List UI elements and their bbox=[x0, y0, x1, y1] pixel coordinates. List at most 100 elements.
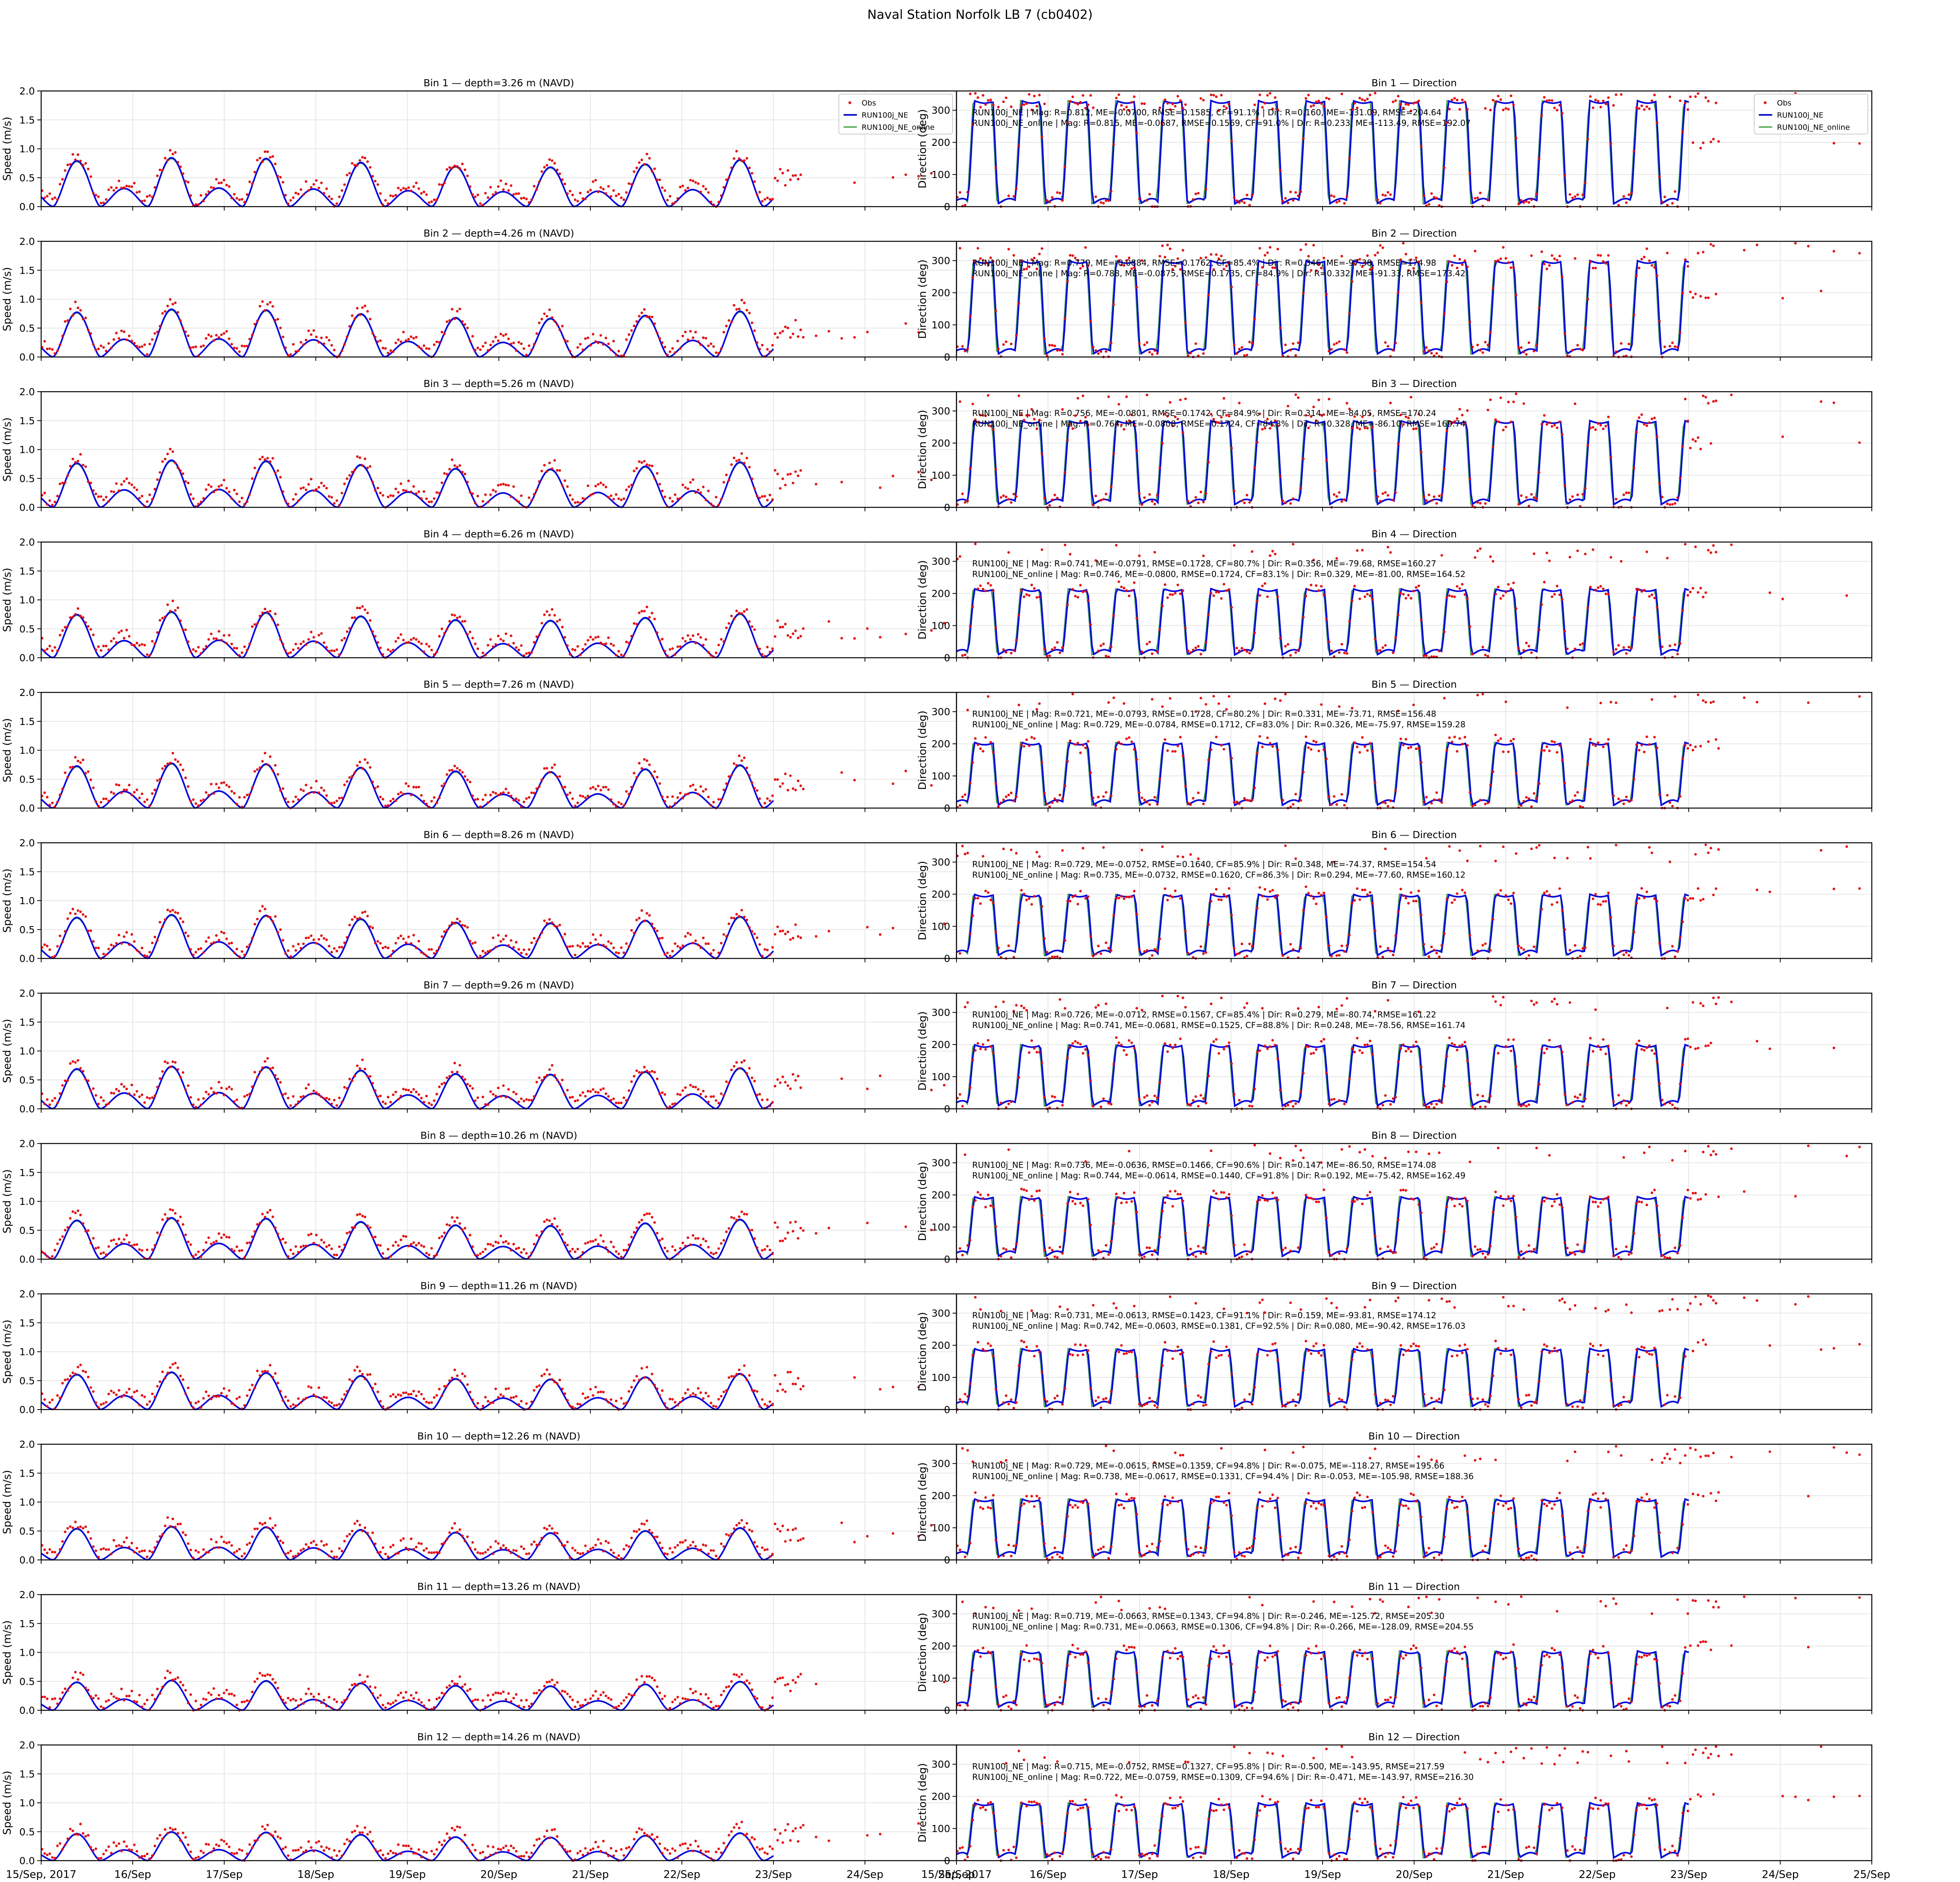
obs-point bbox=[489, 949, 492, 952]
obs-point bbox=[1504, 107, 1507, 110]
obs-point bbox=[236, 803, 238, 805]
obs-point bbox=[689, 1084, 692, 1086]
obs-point bbox=[358, 761, 361, 763]
obs-point bbox=[94, 946, 97, 949]
obs-point bbox=[1576, 193, 1579, 196]
obs-point bbox=[189, 948, 192, 951]
obs-point bbox=[100, 1252, 102, 1255]
obs-point bbox=[1269, 1045, 1272, 1048]
obs-point bbox=[146, 1096, 149, 1099]
obs-point bbox=[492, 936, 495, 939]
obs-point bbox=[1573, 195, 1577, 198]
obs-point bbox=[746, 919, 748, 921]
obs-point bbox=[1374, 469, 1377, 472]
obs-point bbox=[1202, 952, 1205, 955]
obs-point bbox=[1251, 1105, 1254, 1108]
obs-point bbox=[1294, 1102, 1297, 1105]
obs-point bbox=[789, 472, 792, 476]
obs-point bbox=[287, 1255, 290, 1258]
obs-point bbox=[1568, 1001, 1572, 1004]
obs-point bbox=[1318, 1006, 1320, 1008]
obs-point bbox=[379, 192, 382, 195]
obs-point bbox=[594, 485, 597, 487]
obs-point bbox=[743, 756, 746, 759]
obs-point bbox=[743, 302, 746, 304]
obs-point bbox=[161, 312, 164, 315]
obs-point bbox=[343, 941, 346, 944]
obs-point bbox=[748, 466, 751, 469]
obs-point bbox=[748, 167, 751, 169]
y-tick-label: 200 bbox=[931, 137, 950, 148]
obs-point bbox=[469, 185, 472, 188]
obs-point bbox=[1581, 493, 1584, 496]
obs-point bbox=[748, 774, 751, 777]
obs-point bbox=[1476, 196, 1479, 199]
obs-point bbox=[84, 915, 87, 918]
obs-point bbox=[1689, 447, 1692, 449]
obs-point bbox=[92, 940, 95, 943]
obs-point bbox=[1563, 781, 1566, 785]
obs-point bbox=[1622, 493, 1625, 496]
obs-point bbox=[284, 500, 287, 502]
obs-point bbox=[556, 620, 559, 623]
obs-point bbox=[1620, 342, 1622, 345]
obs-point bbox=[1468, 625, 1472, 628]
obs-point bbox=[371, 1082, 374, 1085]
obs-point bbox=[1233, 490, 1236, 492]
obs-point bbox=[1584, 327, 1587, 330]
obs-point bbox=[1130, 895, 1133, 898]
obs-point bbox=[102, 202, 105, 204]
obs-point bbox=[1076, 1041, 1079, 1044]
obs-point bbox=[668, 1105, 671, 1108]
obs-point bbox=[1666, 1006, 1669, 1010]
obs-point bbox=[1258, 1049, 1261, 1052]
legend-obs-label: Obs bbox=[862, 99, 876, 107]
obs-point bbox=[1051, 956, 1054, 958]
obs-point bbox=[1638, 749, 1641, 752]
obs-point bbox=[241, 344, 243, 347]
obs-point bbox=[581, 648, 584, 650]
obs-point bbox=[1717, 140, 1720, 143]
obs-point bbox=[415, 638, 418, 641]
obs-point bbox=[1576, 549, 1579, 552]
obs-point bbox=[233, 193, 236, 196]
obs-point bbox=[615, 1101, 618, 1104]
stats-text: RUN100j_NE | Mag: R=0.721, ME=-0.0793, R… bbox=[972, 709, 1436, 719]
obs-point bbox=[681, 637, 684, 640]
obs-point bbox=[1435, 196, 1438, 200]
obs-point bbox=[215, 1240, 218, 1243]
obs-point bbox=[1440, 554, 1443, 557]
obs-point bbox=[1053, 797, 1056, 800]
obs-point bbox=[1394, 636, 1397, 639]
obs-point bbox=[686, 487, 690, 490]
obs-point bbox=[194, 650, 197, 653]
obs-point bbox=[1248, 341, 1251, 343]
obs-point bbox=[1302, 292, 1305, 295]
obs-point bbox=[471, 492, 474, 495]
obs-point bbox=[681, 483, 684, 486]
obs-point bbox=[1223, 893, 1225, 896]
obs-point bbox=[1307, 588, 1310, 591]
obs-point bbox=[641, 158, 643, 161]
obs-point bbox=[1056, 641, 1059, 644]
obs-point bbox=[1389, 401, 1392, 404]
obs-point bbox=[733, 456, 735, 460]
obs-point bbox=[1594, 98, 1597, 102]
obs-point bbox=[992, 428, 995, 431]
obs-point bbox=[791, 1073, 795, 1076]
y-tick-label: 100 bbox=[931, 921, 950, 932]
obs-point bbox=[1420, 914, 1423, 916]
obs-point bbox=[1466, 744, 1469, 747]
obs-point bbox=[51, 1255, 54, 1258]
obs-point bbox=[74, 912, 77, 915]
obs-point bbox=[443, 182, 446, 184]
obs-point bbox=[1484, 107, 1487, 110]
obs-point bbox=[174, 1212, 177, 1215]
obs-point bbox=[463, 168, 466, 171]
obs-point bbox=[622, 804, 625, 807]
y-tick-label: 200 bbox=[931, 438, 950, 449]
obs-point bbox=[463, 775, 466, 778]
obs-point bbox=[176, 1219, 179, 1222]
obs-point bbox=[1328, 795, 1330, 798]
obs-point bbox=[1294, 651, 1297, 654]
